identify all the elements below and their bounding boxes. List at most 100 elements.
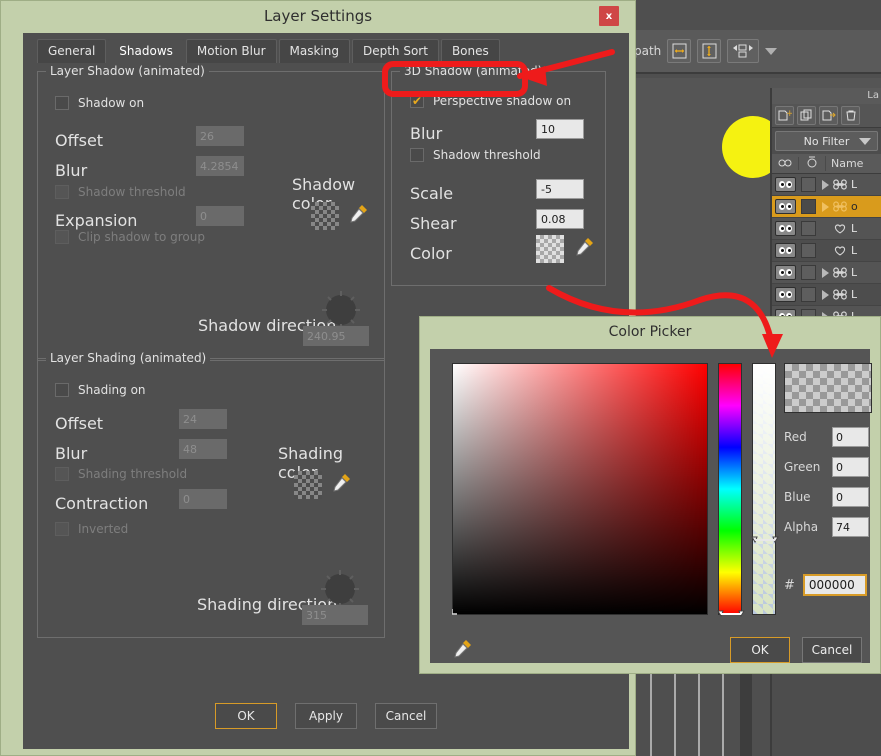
shading-contraction-field[interactable]: 0 <box>179 489 227 509</box>
shadow-3d-color-swatch[interactable] <box>536 235 564 263</box>
eyedropper-icon[interactable] <box>574 235 596 259</box>
shadow-on-checkbox[interactable] <box>55 96 69 110</box>
shadow-3d-threshold-checkbox[interactable] <box>410 148 424 162</box>
resize-icon[interactable] <box>727 39 760 63</box>
table-row[interactable]: L <box>772 284 881 306</box>
timeline-gridline <box>722 664 724 756</box>
timer-icon <box>799 156 826 171</box>
hue-slider-handle[interactable] <box>717 610 745 618</box>
shading-direction-field[interactable]: 315 <box>302 605 368 625</box>
alpha-slider[interactable] <box>751 363 779 615</box>
shading-on-checkbox[interactable] <box>55 383 69 397</box>
shading-threshold-checkbox-row[interactable]: Shading threshold <box>55 467 187 481</box>
blue-input[interactable]: 0 <box>832 487 869 507</box>
alpha-slider-handle[interactable] <box>751 536 779 544</box>
shading-blur-field[interactable]: 48 <box>179 439 227 459</box>
clip-shadow-checkbox[interactable] <box>55 230 69 244</box>
color-picker-cancel-button[interactable]: Cancel <box>802 637 862 663</box>
delete-layer-icon[interactable] <box>841 106 860 125</box>
hash-label: # <box>784 577 795 593</box>
hex-input[interactable]: 000000 <box>802 574 867 596</box>
eyedropper-icon[interactable] <box>331 471 353 495</box>
layer-lock-checkbox[interactable] <box>801 287 816 302</box>
shadow-threshold-checkbox[interactable] <box>55 185 69 199</box>
saturation-value-field[interactable] <box>452 363 708 615</box>
layer-filter-select[interactable]: No Filter <box>775 131 878 151</box>
layer-lock-checkbox[interactable] <box>801 243 816 258</box>
visibility-icon[interactable] <box>775 265 796 280</box>
shadow-3d-blur-field[interactable]: 10 <box>536 119 584 139</box>
shading-threshold-checkbox[interactable] <box>55 467 69 481</box>
table-row[interactable]: L <box>772 240 881 262</box>
shading-offset-field[interactable]: 24 <box>179 409 227 429</box>
tab-shadows[interactable]: Shadows <box>108 39 184 63</box>
layers-list[interactable]: LoLLLLL <box>772 174 881 328</box>
color-picker-ok-button[interactable]: OK <box>730 637 790 663</box>
tab-bones[interactable]: Bones <box>440 39 500 63</box>
layer-lock-checkbox[interactable] <box>801 221 816 236</box>
table-row[interactable]: L <box>772 218 881 240</box>
shadow-direction-field[interactable]: 240.95 <box>303 326 369 346</box>
shadow-expansion-field[interactable]: 0 <box>196 206 244 226</box>
expand-triangle-icon[interactable] <box>822 201 829 212</box>
tab-general[interactable]: General <box>37 39 107 63</box>
shadow-on-checkbox-row[interactable]: Shadow on <box>55 96 144 110</box>
shadow-blur-label: Blur <box>55 161 88 180</box>
shadow-3d-scale-field[interactable]: -5 <box>536 179 584 199</box>
table-row[interactable]: o <box>772 196 881 218</box>
perspective-shadow-checkbox[interactable] <box>410 94 424 108</box>
duplicate-layer-icon[interactable] <box>797 106 816 125</box>
hue-slider[interactable] <box>717 363 745 618</box>
layer-lock-checkbox[interactable] <box>801 177 816 192</box>
chevron-down-icon[interactable] <box>765 47 778 55</box>
perspective-shadow-label: Perspective shadow on <box>433 94 572 108</box>
shadow-color-swatch[interactable] <box>311 202 339 230</box>
cancel-button[interactable]: Cancel <box>375 703 437 729</box>
red-input[interactable]: 0 <box>832 427 869 447</box>
visibility-icon[interactable] <box>775 177 796 192</box>
layer-lock-checkbox[interactable] <box>801 265 816 280</box>
table-row[interactable]: L <box>772 174 881 196</box>
layer-lock-checkbox[interactable] <box>801 199 816 214</box>
green-label: Green <box>784 460 821 474</box>
close-icon[interactable]: x <box>599 6 619 26</box>
new-group-icon[interactable] <box>819 106 838 125</box>
perspective-shadow-checkbox-row[interactable]: Perspective shadow on <box>410 94 571 108</box>
visibility-icon[interactable] <box>775 287 796 302</box>
visibility-icon[interactable] <box>775 243 796 258</box>
ok-button[interactable]: OK <box>215 703 277 729</box>
shading-color-swatch[interactable] <box>294 471 322 499</box>
eyedropper-icon[interactable] <box>452 637 474 661</box>
eyedropper-icon[interactable] <box>348 202 370 226</box>
table-row[interactable]: L <box>772 262 881 284</box>
visibility-icon <box>772 157 799 170</box>
inverted-checkbox-row[interactable]: Inverted <box>55 522 128 536</box>
clip-shadow-checkbox-row[interactable]: Clip shadow to group <box>55 230 205 244</box>
expand-triangle-icon[interactable] <box>822 267 829 278</box>
alpha-input[interactable]: 74 <box>832 517 869 537</box>
green-input[interactable]: 0 <box>832 457 869 477</box>
shadow-offset-field[interactable]: 26 <box>196 126 244 146</box>
expand-triangle-icon[interactable] <box>822 289 829 300</box>
shadow-blur-field[interactable]: 4.2854 <box>196 156 244 176</box>
shading-on-checkbox-row[interactable]: Shading on <box>55 383 146 397</box>
shadow-3d-shear-field[interactable]: 0.08 <box>536 209 584 229</box>
shading-contraction-label: Contraction <box>55 494 149 513</box>
layer-settings-titlebar[interactable]: Layer Settings x <box>1 1 635 31</box>
page-height-icon[interactable] <box>697 39 722 63</box>
page-width-icon[interactable] <box>667 39 692 63</box>
layer-name: L <box>851 178 858 191</box>
inverted-checkbox[interactable] <box>55 522 69 536</box>
visibility-icon[interactable] <box>775 221 796 236</box>
expand-triangle-icon[interactable] <box>822 179 829 190</box>
tab-depth-sort[interactable]: Depth Sort <box>351 39 439 63</box>
tab-masking[interactable]: Masking <box>278 39 350 63</box>
svg-text:+: + <box>786 109 792 119</box>
tab-motion-blur[interactable]: Motion Blur <box>185 39 277 63</box>
layer-settings-tabbar[interactable]: General Shadows Motion Blur Masking Depth So… <box>23 33 629 63</box>
shadow-3d-threshold-checkbox-row[interactable]: Shadow threshold <box>410 148 541 162</box>
apply-button[interactable]: Apply <box>295 703 357 729</box>
visibility-icon[interactable] <box>775 199 796 214</box>
new-layer-icon[interactable]: + <box>775 106 794 125</box>
shadow-threshold-checkbox-row[interactable]: Shadow threshold <box>55 185 186 199</box>
